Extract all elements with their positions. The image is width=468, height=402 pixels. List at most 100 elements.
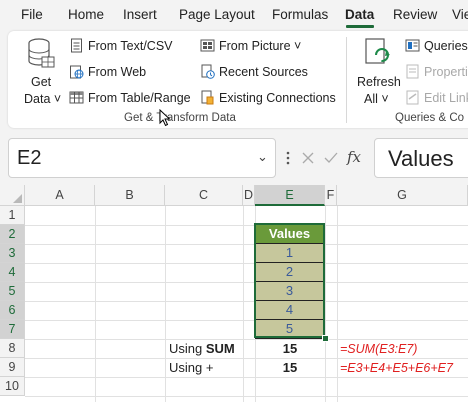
tab-home[interactable]: Home (68, 7, 104, 22)
recent-sources-button[interactable]: Recent Sources (200, 64, 308, 79)
row-header-9[interactable]: 9 (0, 358, 25, 377)
queries-connections-button[interactable]: Queries (405, 38, 468, 53)
sum-label-bold: SUM (205, 341, 235, 356)
row-header-3[interactable]: 3 (0, 244, 25, 263)
existing-connections-icon (201, 90, 214, 105)
database-icon (28, 38, 55, 68)
refresh-all-button[interactable]: Refresh All ˅ (354, 37, 401, 106)
gridline (25, 282, 468, 283)
active-tab-indicator (346, 25, 374, 28)
row-header-5[interactable]: 5 (0, 282, 25, 301)
sum-formula-note: =SUM(E3:E7) (340, 342, 418, 356)
row-header-8[interactable]: 8 (0, 339, 25, 358)
insert-function-icon[interactable]: fx (347, 148, 361, 166)
tab-page-layout[interactable]: Page Layout (179, 7, 255, 22)
more-options-icon[interactable] (285, 150, 291, 166)
mouse-cursor-icon (159, 109, 171, 127)
cancel-icon[interactable] (301, 151, 315, 165)
name-box-value: E2 (17, 147, 42, 169)
column-header-f[interactable]: F (325, 185, 337, 206)
formula-buttons: fx (283, 138, 371, 178)
picture-icon (200, 39, 215, 52)
queries-label: Queries (424, 38, 468, 53)
get-data-button[interactable]: Get Data ˅ (20, 37, 62, 106)
row-header-2[interactable]: 2 (0, 225, 25, 244)
ribbon-group-separator (346, 37, 347, 123)
from-table-range-label: From Table/Range (88, 90, 191, 105)
column-header-e[interactable]: E (255, 185, 325, 206)
column-header-d[interactable]: D (243, 185, 255, 206)
sum-label-prefix: Using (169, 341, 206, 356)
row-header-4[interactable]: 4 (0, 263, 25, 282)
gridline (325, 206, 326, 402)
from-web-label: From Web (88, 64, 147, 79)
column-header-g[interactable]: G (337, 185, 468, 206)
select-all-button[interactable] (0, 185, 25, 206)
column-header-c[interactable]: C (165, 185, 243, 206)
from-table-range-button[interactable]: From Table/Range (69, 90, 191, 105)
name-box[interactable]: E2 ⌄ (8, 138, 276, 178)
ribbon: Get Data ˅ From Text/CSV From Web From T… (8, 31, 468, 128)
gridline (25, 358, 468, 359)
gridline (25, 225, 468, 226)
gridline (95, 206, 96, 402)
refresh-all-label-2: All ˅ (364, 92, 389, 106)
row-header-10[interactable]: 10 (0, 377, 25, 396)
properties-button[interactable]: Properti (405, 64, 468, 79)
table-icon (69, 91, 84, 104)
column-header-a[interactable]: A (25, 185, 95, 206)
properties-icon (406, 64, 419, 79)
tab-formulas[interactable]: Formulas (272, 7, 328, 22)
from-text-csv-label: From Text/CSV (88, 38, 173, 53)
enter-check-icon[interactable] (323, 151, 339, 165)
gridline (165, 206, 166, 402)
tab-file[interactable]: File (21, 7, 43, 22)
gridline (25, 396, 468, 397)
chevron-down-icon[interactable]: ⌄ (257, 149, 268, 165)
edit-links-button[interactable]: Edit Link (405, 90, 468, 105)
tab-view[interactable]: Vie (452, 7, 468, 22)
from-text-csv-button[interactable]: From Text/CSV (69, 38, 173, 53)
text-file-icon (71, 38, 82, 53)
queries-connections-group-label: Queries & Co (395, 112, 465, 124)
from-web-button[interactable]: From Web (69, 64, 146, 79)
globe-icon (70, 65, 84, 79)
existing-connections-label: Existing Connections (219, 90, 336, 105)
formula-input-value: Values (388, 146, 454, 171)
recent-sources-icon (201, 64, 215, 79)
sum-label-cell[interactable]: Using SUM (169, 341, 235, 356)
properties-label: Properti (424, 64, 468, 79)
row-header-1[interactable]: 1 (0, 206, 25, 225)
gridline (25, 320, 468, 321)
edit-links-label: Edit Link (424, 90, 468, 105)
plus-label-cell[interactable]: Using + (169, 360, 213, 375)
selection-border (254, 223, 325, 338)
existing-connections-button[interactable]: Existing Connections (200, 90, 336, 105)
tab-review[interactable]: Review (393, 7, 437, 22)
row-header-7[interactable]: 7 (0, 320, 25, 339)
get-data-label-1: Get (31, 75, 52, 89)
queries-icon (405, 39, 420, 52)
plus-formula-note: =E3+E4+E5+E6+E7 (340, 361, 453, 375)
from-picture-button[interactable]: From Picture ˅ (200, 38, 301, 53)
row-header-6[interactable]: 6 (0, 301, 25, 320)
gridline (25, 339, 468, 340)
ribbon-tabs: File Home Insert Page Layout Formulas Da… (0, 0, 468, 30)
tab-data[interactable]: Data (345, 7, 374, 22)
tab-insert[interactable]: Insert (123, 7, 157, 22)
plus-result-cell[interactable]: 15 (255, 360, 325, 375)
column-header-b[interactable]: B (95, 185, 165, 206)
get-transform-group-label: Get & Transform Data (124, 112, 236, 124)
sum-result-cell[interactable]: 15 (255, 341, 325, 356)
gridline (25, 377, 468, 378)
edit-links-icon (406, 90, 419, 105)
get-data-label-2: Data ˅ (24, 92, 62, 106)
gridline (337, 206, 338, 402)
gridline (25, 301, 468, 302)
gridline (25, 244, 468, 245)
from-picture-label: From Picture ˅ (219, 38, 302, 53)
refresh-all-label-1: Refresh (357, 75, 401, 89)
refresh-icon (365, 38, 390, 64)
formula-input[interactable]: Values (374, 138, 468, 178)
recent-sources-label: Recent Sources (219, 64, 308, 79)
